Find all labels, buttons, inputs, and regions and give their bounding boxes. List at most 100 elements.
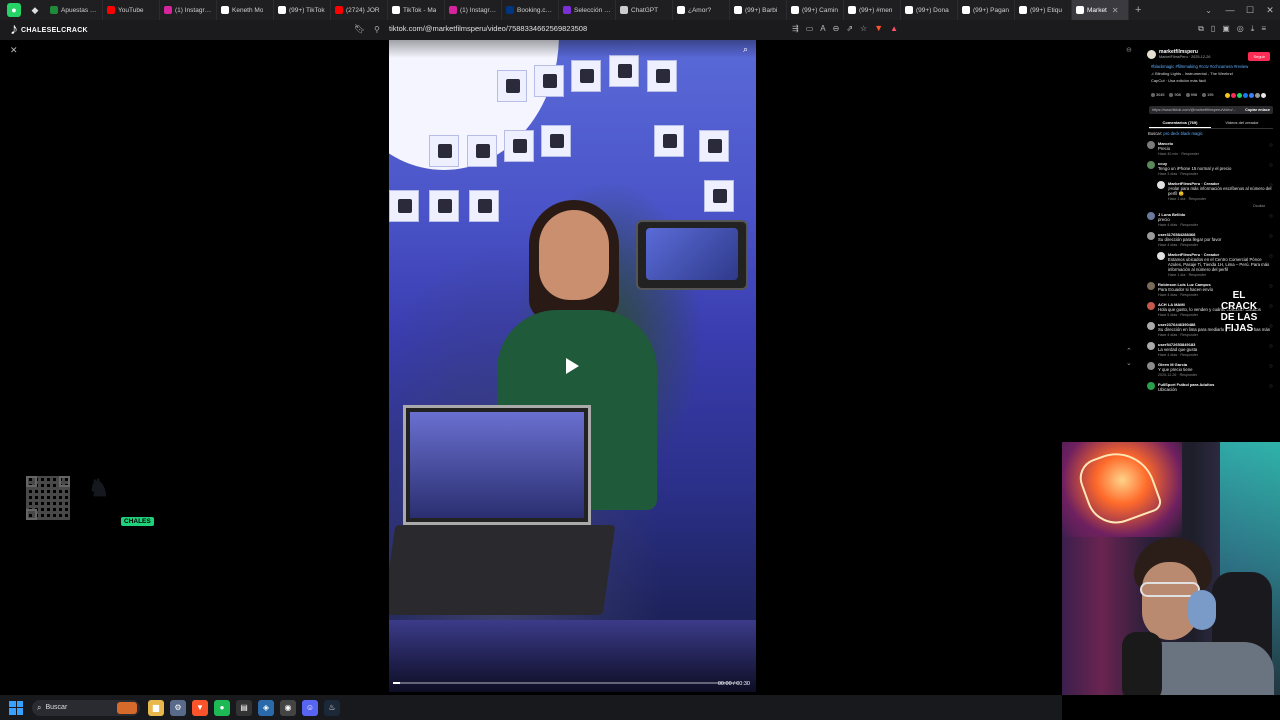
download-icon[interactable]: ⤓ bbox=[1251, 24, 1255, 34]
browser-tab[interactable]: Selección de bbox=[559, 0, 616, 20]
share-icon[interactable] bbox=[1249, 93, 1254, 98]
video-description[interactable]: #blackmagic #filmmaking #cctv #cchcamera… bbox=[1151, 64, 1270, 70]
minimize-button[interactable]: — bbox=[1220, 0, 1240, 20]
browser-tab[interactable]: Market ✕ bbox=[1072, 0, 1129, 20]
like-comment-icon[interactable]: ♡ bbox=[1269, 234, 1273, 240]
play-icon[interactable] bbox=[566, 358, 579, 374]
comment-meta[interactable]: Hace 1 día · Responder bbox=[1168, 273, 1273, 277]
brave-shield-icon[interactable]: ▼ bbox=[874, 23, 883, 33]
like-comment-icon[interactable]: ♡ bbox=[1269, 183, 1273, 189]
new-tab-button[interactable]: + bbox=[1135, 4, 1141, 16]
vpn-icon[interactable]: ◈ bbox=[258, 699, 274, 716]
previous-video-icon[interactable]: ⌃ bbox=[1126, 347, 1132, 355]
like-comment-icon[interactable]: ♡ bbox=[1269, 384, 1273, 390]
comment-meta[interactable]: Hace 40 min · Responder bbox=[1158, 152, 1273, 156]
comment-meta[interactable]: Hace 1 día · Responder bbox=[1168, 197, 1273, 201]
share-icon[interactable] bbox=[1237, 93, 1242, 98]
whatsapp-icon[interactable]: ● bbox=[7, 3, 21, 17]
video-player[interactable]: ⌕ 00:00 / 00:30 bbox=[389, 40, 756, 692]
comment-meta[interactable]: Hace 3 días · Responder bbox=[1158, 172, 1273, 176]
brave-rewards-icon[interactable]: ▲ bbox=[890, 24, 898, 33]
wallet-icon[interactable]: ▣ bbox=[1222, 24, 1230, 34]
comment-avatar[interactable] bbox=[1147, 161, 1155, 169]
comment-avatar[interactable] bbox=[1147, 282, 1155, 290]
taskbar-search[interactable]: ⌕ Buscar bbox=[32, 699, 140, 716]
search-suggestion[interactable]: pro deck black magic bbox=[1163, 131, 1202, 136]
browser-tab[interactable]: Apuestas De bbox=[46, 0, 103, 20]
browser-tab[interactable]: (1) Instagram bbox=[445, 0, 502, 20]
share-icon[interactable] bbox=[1243, 93, 1248, 98]
browser-tab[interactable]: Keneth Mo bbox=[217, 0, 274, 20]
browser-tab[interactable]: (99+) Pagan bbox=[958, 0, 1015, 20]
copy-link-button[interactable]: Copiar enlace bbox=[1245, 108, 1270, 112]
tab-search-icon[interactable]: ⌄ bbox=[1205, 6, 1212, 15]
browser-tab[interactable]: (99+) #men bbox=[844, 0, 901, 20]
file-explorer-icon[interactable]: ▆ bbox=[148, 699, 164, 716]
screenshot-icon[interactable]: ▭ bbox=[806, 24, 814, 33]
effect-label[interactable]: CapCut · Usa edición más fácil bbox=[1151, 78, 1206, 83]
comment-avatar[interactable] bbox=[1147, 232, 1155, 240]
video-progress-bar[interactable] bbox=[393, 682, 738, 684]
cast-icon[interactable]: ⇶ bbox=[792, 24, 799, 33]
comment-meta[interactable]: 2025-12-26 · Responder bbox=[1158, 373, 1273, 377]
music-track[interactable]: ♫ Blinding Lights - Instrumental - The W… bbox=[1151, 71, 1233, 76]
stat-item[interactable]: 195 bbox=[1202, 93, 1213, 97]
close-window-button[interactable]: ✕ bbox=[1260, 0, 1280, 20]
zoom-icon[interactable]: ⊖ bbox=[833, 24, 840, 33]
extension-icon[interactable]: ◆ bbox=[28, 3, 42, 17]
comment-meta[interactable]: Hace 4 días · Responder bbox=[1158, 353, 1273, 357]
comment-avatar[interactable] bbox=[1147, 322, 1155, 330]
creator-avatar[interactable] bbox=[1147, 49, 1156, 59]
comment-avatar[interactable] bbox=[1157, 181, 1165, 189]
close-icon[interactable]: ✕ bbox=[10, 45, 18, 56]
like-comment-icon[interactable]: ♡ bbox=[1269, 364, 1273, 370]
tab-close-icon[interactable]: ✕ bbox=[1112, 6, 1119, 15]
browser-tab[interactable]: (99+) Camin bbox=[787, 0, 844, 20]
follow-button[interactable]: Seguir bbox=[1248, 52, 1270, 61]
url-field[interactable]: tiktok.com/@marketfilmsperu/video/758833… bbox=[389, 24, 587, 33]
comment-avatar[interactable] bbox=[1147, 302, 1155, 310]
share-icon[interactable] bbox=[1225, 93, 1230, 98]
vpn-icon[interactable]: ◎ bbox=[1237, 24, 1244, 34]
comment-avatar[interactable] bbox=[1147, 342, 1155, 350]
comment-meta[interactable]: Hace 4 días · Responder bbox=[1158, 223, 1273, 227]
next-video-icon[interactable]: ⌄ bbox=[1126, 359, 1132, 367]
browser-tab[interactable]: (99+) Etiqu bbox=[1015, 0, 1072, 20]
like-comment-icon[interactable]: ♡ bbox=[1269, 214, 1273, 220]
share-icon[interactable] bbox=[1231, 93, 1236, 98]
star-icon[interactable]: ☆ bbox=[860, 24, 867, 33]
like-comment-icon[interactable]: ♡ bbox=[1269, 163, 1273, 169]
stat-item[interactable]: 998 bbox=[1185, 93, 1197, 97]
tab-creator-videos[interactable]: Videos del creador bbox=[1211, 118, 1273, 128]
stat-item[interactable]: 3045 bbox=[1151, 93, 1164, 97]
hide-replies-button[interactable]: Ocultar bbox=[1147, 204, 1265, 208]
browser-tab[interactable]: (99+) Dona bbox=[901, 0, 958, 20]
browser-tab[interactable]: (2724) JOR bbox=[331, 0, 388, 20]
menu-icon[interactable]: ≡ bbox=[1261, 24, 1266, 34]
like-comment-icon[interactable]: ♡ bbox=[1269, 143, 1273, 149]
share-icon[interactable]: ⇗ bbox=[846, 24, 853, 33]
discord-icon[interactable]: ☺ bbox=[302, 699, 318, 716]
comment-avatar[interactable] bbox=[1157, 252, 1165, 260]
comment-avatar[interactable] bbox=[1147, 362, 1155, 370]
comment-avatar[interactable] bbox=[1147, 212, 1155, 220]
steam-icon[interactable]: ♨ bbox=[324, 699, 340, 716]
comment-meta[interactable]: Hace 4 días · Responder bbox=[1158, 243, 1273, 247]
brave-icon[interactable]: ▼ bbox=[192, 699, 208, 716]
extensions-icon[interactable]: ⧉ bbox=[1198, 24, 1204, 34]
tab-comments[interactable]: Comentarios (769) bbox=[1149, 118, 1211, 128]
collapse-panel-icon[interactable]: ⊖ bbox=[1126, 46, 1132, 54]
windows-start-icon[interactable] bbox=[9, 700, 23, 715]
browser-tab[interactable]: (99+) Barbi bbox=[730, 0, 787, 20]
site-info-icon[interactable]: ⚲ bbox=[374, 25, 380, 34]
share-icon[interactable] bbox=[1255, 93, 1260, 98]
settings-icon[interactable]: ⚙ bbox=[170, 699, 186, 716]
stat-item[interactable]: 908 bbox=[1169, 93, 1181, 97]
browser-tab[interactable]: YouTube bbox=[103, 0, 160, 20]
maximize-button[interactable]: ☐ bbox=[1240, 0, 1260, 20]
bookmark-icon[interactable]: 🔖︎ bbox=[354, 24, 365, 35]
elgato-icon[interactable]: ▤ bbox=[236, 699, 252, 716]
video-search-icon[interactable]: ⌕ bbox=[743, 44, 748, 55]
translate-icon[interactable]: A bbox=[820, 24, 825, 33]
obs-icon[interactable]: ◉ bbox=[280, 699, 296, 716]
